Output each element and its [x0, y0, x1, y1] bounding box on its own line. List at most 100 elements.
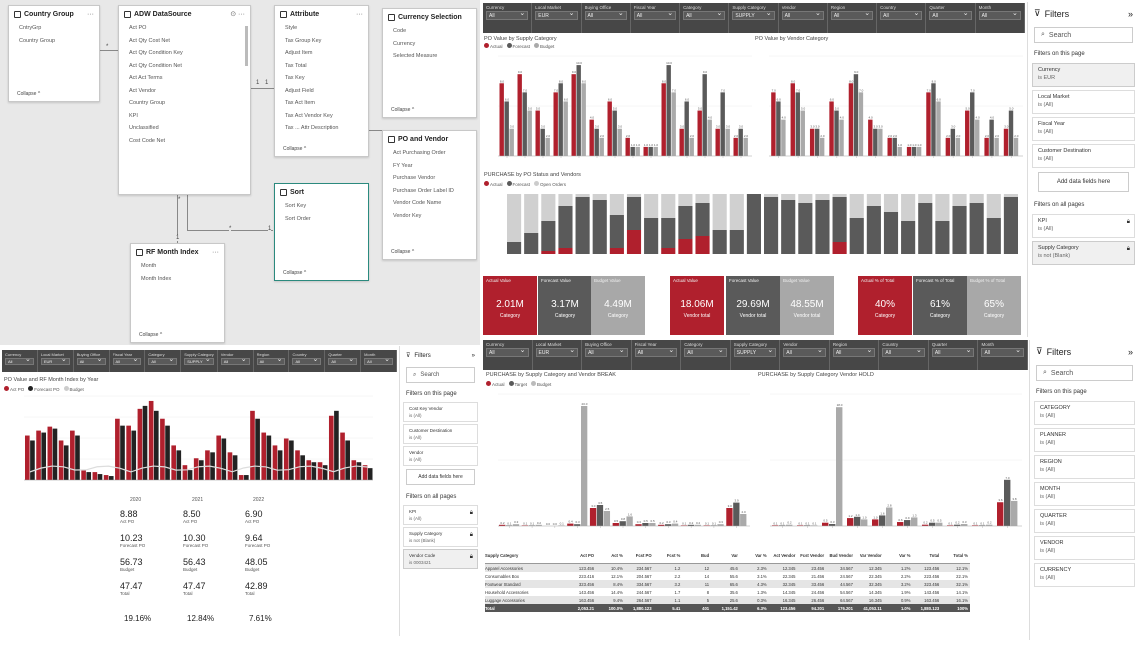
slicer[interactable]: Quarter All — [929, 340, 979, 370]
filter-card[interactable]: VENDOR is (All) — [1034, 536, 1135, 560]
field-item[interactable]: Month Index — [131, 273, 224, 286]
table-row[interactable]: Luggage Accessories 163.456 9.4% 264.567 1.1… — [485, 596, 970, 604]
field-item[interactable]: Act Vendor — [119, 85, 250, 98]
slicer[interactable]: Month All — [978, 340, 1029, 370]
collapse-link[interactable]: Collapse ^ — [391, 107, 414, 113]
slicer-dropdown[interactable]: All — [931, 348, 975, 357]
slicer-dropdown[interactable]: All — [783, 348, 826, 357]
column-header[interactable]: Bud Vendor — [826, 553, 855, 558]
filter-card[interactable]: 🔒︎ Vendor Code is 0003421 — [403, 549, 478, 569]
slicer-dropdown[interactable]: All — [584, 11, 627, 20]
slicer-dropdown[interactable]: SUPPLY — [184, 358, 214, 365]
slicer-dropdown[interactable]: EUR — [535, 348, 579, 357]
slicer-dropdown[interactable]: All — [683, 11, 726, 20]
field-item[interactable]: Country Group — [9, 35, 99, 48]
field-item[interactable]: Style — [275, 22, 368, 35]
table-row[interactable]: Consumables Box 223.416 12.1% 204.567 2.2 14 5… — [485, 572, 970, 580]
combo-chart-rf-month[interactable] — [2, 392, 397, 494]
field-item[interactable]: Act Purchasing Order — [383, 147, 476, 160]
filters-pane[interactable]: ⊽ Filters » ⌕ Search Filters on this page CATE… — [1029, 340, 1139, 640]
filter-card[interactable]: 🔒︎ Supply Category is not (Blank) — [1032, 241, 1135, 265]
slicer[interactable]: Buying Office All — [74, 350, 110, 372]
field-item[interactable]: Act Qty Condition Key — [119, 47, 250, 60]
slicer-dropdown[interactable]: EUR — [40, 358, 70, 365]
field-item[interactable]: Cost Code Net — [119, 135, 250, 148]
slicer[interactable]: Category All — [680, 3, 730, 33]
slicer-dropdown[interactable]: All — [882, 348, 925, 357]
filter-card[interactable]: CATEGORY is (All) — [1034, 401, 1135, 425]
lock-icon[interactable]: 🔒︎ — [1127, 219, 1130, 226]
column-header[interactable]: Var Vendor — [855, 553, 884, 558]
field-item[interactable]: Currency — [383, 38, 476, 51]
column-header[interactable]: Total — [912, 553, 941, 558]
slicer[interactable]: Category All — [145, 350, 182, 372]
relationship-line[interactable] — [251, 88, 274, 89]
more-options-icon[interactable]: ··· — [356, 11, 363, 18]
slicer-dropdown[interactable]: All — [364, 358, 394, 365]
field-item[interactable]: Adjust Item — [275, 47, 368, 60]
slicer-dropdown[interactable]: All — [634, 348, 678, 357]
table-row[interactable]: Footwear Standard 323.456 8.4% 334.567 3.2 11… — [485, 580, 970, 588]
slicer-dropdown[interactable]: All — [880, 11, 923, 20]
table-country-group[interactable]: Country Group ··· CntryGrp Country Group … — [8, 5, 100, 102]
scrollbar[interactable] — [245, 26, 248, 66]
slicer[interactable]: Currency All — [483, 3, 533, 33]
field-item[interactable]: Purchase Order Label ID — [383, 185, 476, 198]
filter-card[interactable]: REGION is (All) — [1034, 455, 1135, 479]
slicer-dropdown[interactable]: All — [486, 348, 529, 357]
table-row[interactable]: Household Accessories 143.456 14.4% 244.567… — [485, 588, 970, 596]
table-po-vendor[interactable]: PO and Vendor Act Purchasing Order FY Ye… — [382, 130, 477, 260]
filter-card[interactable]: 🔒︎ Supply Category is not (Blank) — [403, 527, 478, 547]
field-item[interactable]: Tax Act Vendor Key — [275, 110, 368, 123]
bar-chart-vendor-category[interactable]: 7.06.04.08.07.05.03.0 3.02.06.05.04.08.09… — [755, 50, 1025, 168]
slicer-dropdown[interactable]: SUPPLY — [733, 348, 777, 357]
more-options-icon[interactable]: ··· — [87, 11, 94, 18]
slicer[interactable]: Region All — [254, 350, 290, 372]
column-header[interactable]: Var % — [740, 553, 769, 558]
field-item[interactable]: Act Qty Condition Net — [119, 60, 250, 73]
collapse-pane-icon[interactable]: » — [472, 353, 475, 359]
slicer-dropdown[interactable]: All — [486, 11, 529, 20]
table-attribute[interactable]: Attribute ··· Style Tax Group Key Adjust … — [274, 5, 369, 157]
field-item[interactable]: Month — [131, 260, 224, 273]
bar-chart-supply-break[interactable]: 0.2 0.1 0.3 0.1 0.1 0.2 0.0 0.0 0.1 0.4 0.320.03.0… — [484, 388, 752, 538]
filter-card[interactable]: 🔒︎ KPI is (All) — [403, 505, 478, 525]
bar-chart-supply-category[interactable]: 8.06.03.09.07.05.0 5.03.02.07.08.06.09.01… — [484, 50, 754, 168]
column-header[interactable]: Supply Category — [485, 553, 567, 558]
field-item[interactable]: CntryGrp — [9, 22, 99, 35]
slicer[interactable]: Buying Office All — [582, 3, 631, 33]
field-item[interactable]: Code — [383, 25, 476, 38]
field-item[interactable]: Tax Key — [275, 72, 368, 85]
slicer-dropdown[interactable]: All — [220, 358, 250, 365]
column-header[interactable]: Var — [711, 553, 740, 558]
collapse-link[interactable]: Collapse ^ — [139, 332, 162, 338]
slicer[interactable]: Vendor All — [218, 350, 254, 372]
column-header[interactable]: Fcst % — [654, 553, 683, 558]
field-item[interactable]: KPI — [119, 110, 250, 123]
table-currency-selection[interactable]: Currency Selection Code Currency Selecte… — [382, 8, 477, 118]
collapse-link[interactable]: Collapse ^ — [283, 146, 306, 152]
filter-card[interactable]: Customer Destination is (All) — [403, 424, 478, 444]
slicer-dropdown[interactable]: All — [112, 358, 142, 365]
slicer-dropdown[interactable]: All — [292, 358, 322, 365]
field-item[interactable]: Vendor Key — [383, 210, 476, 223]
slicer[interactable]: Vendor All — [779, 3, 828, 33]
field-item[interactable]: Tax Group Key — [275, 35, 368, 48]
filter-search-input[interactable]: ⌕ Search — [1036, 365, 1133, 381]
collapse-link[interactable]: Collapse ^ — [283, 270, 306, 276]
field-item[interactable]: Act PO — [119, 22, 250, 35]
lock-icon[interactable]: 🔒︎ — [470, 532, 473, 539]
slicer[interactable]: Fiscal Year All — [631, 3, 681, 33]
slicer-dropdown[interactable]: All — [684, 348, 727, 357]
slicer[interactable]: Quarter All — [325, 350, 362, 372]
column-header[interactable]: Act Vendor — [769, 553, 798, 558]
slicer-dropdown[interactable]: All — [5, 358, 34, 365]
slicer-dropdown[interactable]: SUPPLY — [732, 11, 775, 20]
slicer-dropdown[interactable]: All — [256, 358, 286, 365]
field-item[interactable]: Tax Total — [275, 60, 368, 73]
slicer[interactable]: Fiscal Year All — [632, 340, 682, 370]
slicer[interactable]: Fiscal Year All — [110, 350, 146, 372]
field-item[interactable]: Act Act Terms — [119, 72, 250, 85]
slicer-dropdown[interactable]: All — [148, 358, 178, 365]
slicer[interactable]: Supply Category SUPPLY — [731, 340, 781, 370]
